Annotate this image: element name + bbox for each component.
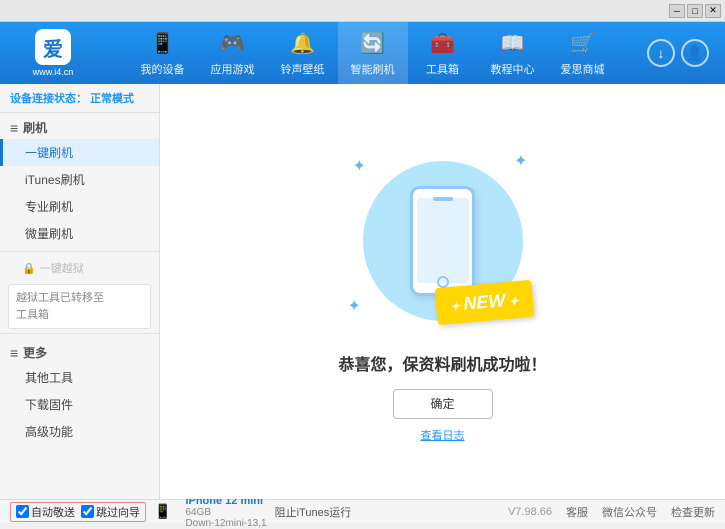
- phone-illustration: ✦ ✦ ✦ NEW: [343, 141, 543, 341]
- account-button[interactable]: 👤: [681, 39, 709, 67]
- lock-icon: 🔒: [22, 262, 36, 275]
- phone-body: [410, 186, 475, 296]
- bottom-left: 自动敬送 跳过向导 📱 iPhone 12 mini 64GB Down-12m…: [10, 495, 508, 529]
- status-value: 正常模式: [90, 93, 134, 105]
- tutorial-icon: 📖: [499, 29, 527, 57]
- main-body: 设备连接状态： 正常模式 ≡ 刷机 一键刷机 iTunes刷机 专业刷机 微量刷…: [0, 84, 725, 499]
- toolbox-icon: 🧰: [429, 29, 457, 57]
- skip-wizard-label: 跳过向导: [96, 504, 140, 520]
- wechat-link[interactable]: 微信公众号: [602, 504, 657, 520]
- flash-section-label: 刷机: [23, 119, 47, 136]
- auto-redirect-label: 自动敬送: [31, 504, 75, 520]
- device-storage: 64GB: [185, 507, 266, 518]
- minimize-button[interactable]: ─: [669, 4, 685, 18]
- version-text: V7.98.66: [508, 506, 552, 518]
- nav-item-tutorial[interactable]: 📖 教程中心: [478, 22, 548, 84]
- stop-itunes-button[interactable]: 阻止iTunes运行: [275, 504, 352, 520]
- logo-url: www.i4.cn: [33, 67, 74, 77]
- close-button[interactable]: ✕: [705, 4, 721, 18]
- content-area: ✦ ✦ ✦ NEW 恭喜您，保资料刷机成功啦！ 确定 查看日志: [160, 84, 725, 499]
- nav-label-ringtone: 铃声壁纸: [281, 61, 325, 77]
- info-box-line2: 工具箱: [16, 307, 143, 324]
- more-section-label: 更多: [23, 344, 47, 361]
- device-info: iPhone 12 mini 64GB Down-12mini-13,1: [185, 495, 266, 529]
- nav-item-toolbox[interactable]: 🧰 工具箱: [408, 22, 478, 84]
- sparkle-icon-tr: ✦: [514, 151, 527, 171]
- nav-label-store: 爱思商城: [561, 61, 605, 77]
- nav-right: ↓ 👤: [647, 39, 717, 67]
- sidebar-item-pro-flash[interactable]: 专业刷机: [0, 193, 159, 220]
- nav-item-my-device[interactable]: 📱 我的设备: [128, 22, 198, 84]
- nav-label-toolbox: 工具箱: [426, 61, 459, 77]
- bottom-right: V7.98.66 客服 微信公众号 检查更新: [508, 504, 715, 520]
- new-badge: NEW: [434, 279, 534, 324]
- locked-jailbreak: 🔒 一键越狱: [0, 256, 159, 280]
- check-update-link[interactable]: 检查更新: [671, 504, 715, 520]
- sidebar-item-advanced[interactable]: 高级功能: [0, 418, 159, 445]
- sparkle-icon-tl: ✦: [353, 156, 366, 176]
- logo-icon: 爱: [35, 29, 71, 65]
- nav-label-smart-flash: 智能刷机: [351, 61, 395, 77]
- sidebar-divider-1: [0, 251, 159, 252]
- nav-item-apps-games[interactable]: 🎮 应用游戏: [198, 22, 268, 84]
- info-box: 越狱工具已转移至 工具箱: [8, 284, 151, 329]
- flash-section-icon: ≡: [10, 120, 18, 136]
- status-bar: 设备连接状态： 正常模式: [0, 84, 159, 113]
- device-firmware: Down-12mini-13,1: [185, 518, 266, 529]
- sidebar-divider-2: [0, 333, 159, 334]
- checkbox-group: 自动敬送 跳过向导: [10, 502, 146, 522]
- download-button[interactable]: ↓: [647, 39, 675, 67]
- store-icon: 🛒: [569, 29, 597, 57]
- device-icon: 📱: [154, 503, 171, 520]
- maximize-button[interactable]: □: [687, 4, 703, 18]
- device-row: 📱 iPhone 12 mini 64GB Down-12mini-13,1: [154, 495, 267, 529]
- auto-redirect-checkbox[interactable]: 自动敬送: [16, 504, 75, 520]
- help-link[interactable]: 查看日志: [421, 427, 465, 443]
- more-section-header: ≡ 更多: [0, 338, 159, 364]
- smart-flash-icon: 🔄: [359, 29, 387, 57]
- logo-area: 爱 www.i4.cn: [8, 29, 98, 77]
- nav-items: 📱 我的设备 🎮 应用游戏 🔔 铃声壁纸 🔄 智能刷机 🧰 工具箱 📖 教程中心…: [98, 22, 647, 84]
- nav-item-store[interactable]: 🛒 爱思商城: [548, 22, 618, 84]
- nav-header: 爱 www.i4.cn 📱 我的设备 🎮 应用游戏 🔔 铃声壁纸 🔄 智能刷机 …: [0, 22, 725, 84]
- sparkle-icon-bl: ✦: [348, 296, 361, 316]
- ringtone-icon: 🔔: [289, 29, 317, 57]
- nav-label-tutorial: 教程中心: [491, 61, 535, 77]
- nav-label-apps-games: 应用游戏: [211, 61, 255, 77]
- phone-home: [437, 276, 449, 288]
- customer-service-link[interactable]: 客服: [566, 504, 588, 520]
- nav-item-ringtone[interactable]: 🔔 铃声壁纸: [268, 22, 338, 84]
- status-label: 设备连接状态：: [10, 93, 87, 105]
- success-text: 恭喜您，保资料刷机成功啦！: [338, 351, 546, 375]
- sidebar-item-itunes-flash[interactable]: iTunes刷机: [0, 166, 159, 193]
- sidebar-item-download-firmware[interactable]: 下载固件: [0, 391, 159, 418]
- my-device-icon: 📱: [149, 29, 177, 57]
- skip-wizard-checkbox[interactable]: 跳过向导: [81, 504, 140, 520]
- nav-label-my-device: 我的设备: [141, 61, 185, 77]
- info-box-line1: 越狱工具已转移至: [16, 290, 143, 307]
- skip-wizard-input[interactable]: [81, 505, 94, 518]
- nav-item-smart-flash[interactable]: 🔄 智能刷机: [338, 22, 408, 84]
- sidebar: 设备连接状态： 正常模式 ≡ 刷机 一键刷机 iTunes刷机 专业刷机 微量刷…: [0, 84, 160, 499]
- locked-label: 一键越狱: [40, 260, 84, 276]
- sidebar-item-micro-flash[interactable]: 微量刷机: [0, 220, 159, 247]
- bottom-bar: 自动敬送 跳过向导 📱 iPhone 12 mini 64GB Down-12m…: [0, 499, 725, 523]
- phone-screen: [417, 198, 469, 283]
- sidebar-item-one-click-flash[interactable]: 一键刷机: [0, 139, 159, 166]
- sidebar-item-other-tools[interactable]: 其他工具: [0, 364, 159, 391]
- more-section-icon: ≡: [10, 345, 18, 361]
- confirm-button[interactable]: 确定: [393, 389, 493, 419]
- title-bar: ─ □ ✕: [0, 0, 725, 22]
- flash-section-header: ≡ 刷机: [0, 113, 159, 139]
- apps-games-icon: 🎮: [219, 29, 247, 57]
- phone-speaker: [433, 197, 453, 201]
- auto-redirect-input[interactable]: [16, 505, 29, 518]
